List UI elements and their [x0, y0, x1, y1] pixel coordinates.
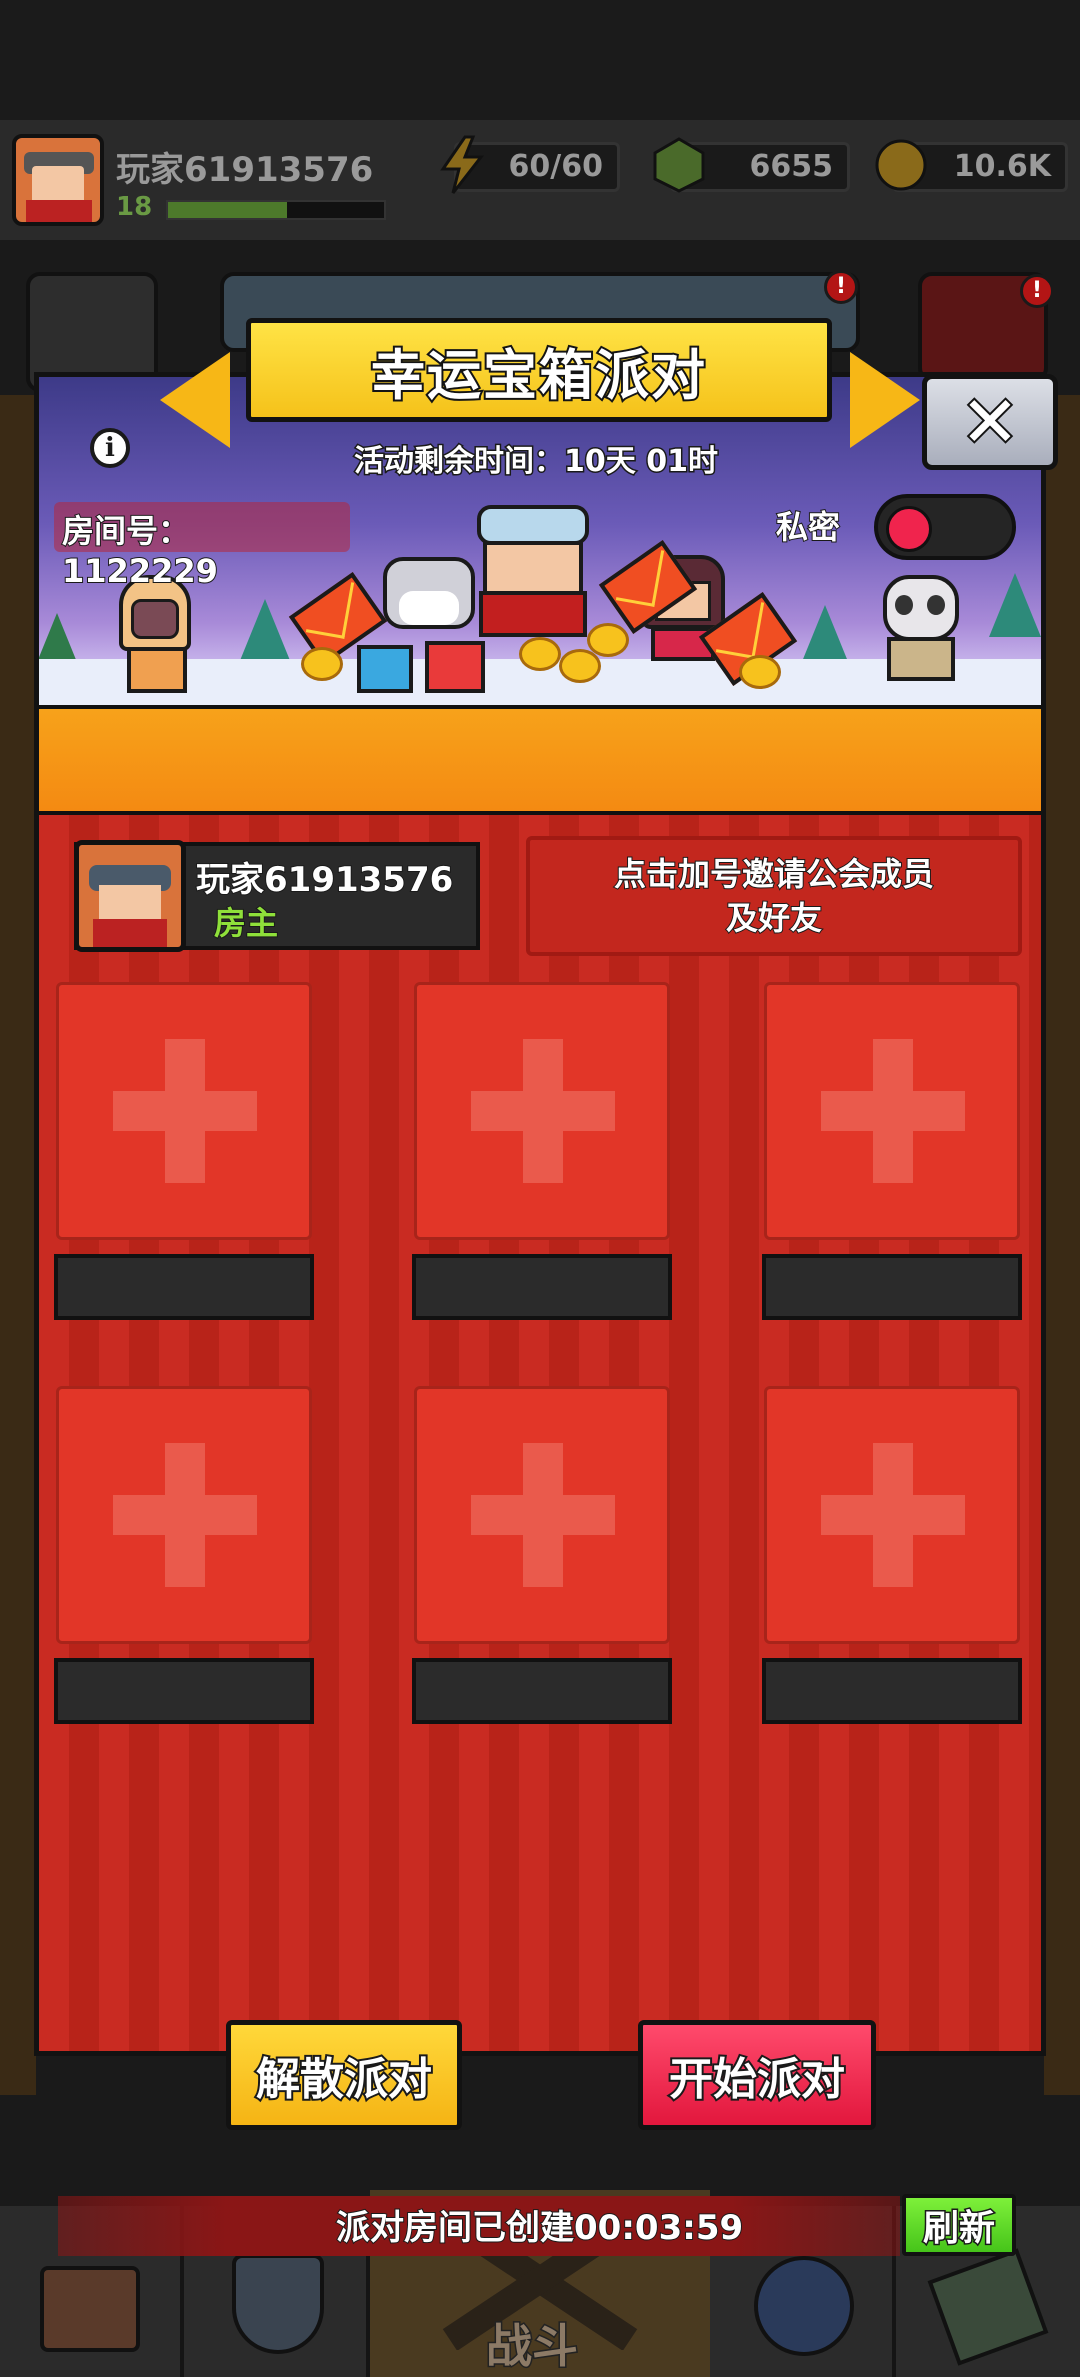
invite-slot-5[interactable]: [414, 1386, 670, 1644]
refresh-button[interactable]: 刷新: [902, 2194, 1016, 2256]
slot-name-6: [762, 1658, 1022, 1724]
status-bar-area: [0, 0, 1080, 120]
gems-counter[interactable]: 6655: [653, 137, 850, 193]
invite-hint-line2: 及好友: [725, 898, 823, 938]
nav-battle-label: 战斗: [485, 2318, 580, 2375]
info-icon[interactable]: i: [90, 428, 130, 468]
notification-badge: !: [1020, 274, 1054, 308]
coin-icon: [875, 139, 927, 191]
room-number: 房间号：1122229: [54, 502, 350, 591]
ribbon-left: [160, 352, 230, 448]
star-orb-icon: [754, 2256, 854, 2356]
invite-slot-2[interactable]: [414, 982, 670, 1240]
notification-badge: !: [824, 270, 858, 304]
invite-slot-6[interactable]: [764, 1386, 1020, 1644]
invite-slot-4[interactable]: [56, 1386, 312, 1644]
player-avatar[interactable]: [12, 134, 104, 226]
plus-icon: [471, 1443, 615, 1587]
gold-coin: [301, 647, 343, 681]
dialog-title: 幸运宝箱派对: [246, 318, 832, 422]
event-timer: 活动剩余时间：10天 01时: [353, 443, 720, 481]
private-label: 私密: [775, 507, 841, 547]
gold-coin: [739, 655, 781, 689]
invite-hint: 点击加号邀请公会成员 及好友: [526, 836, 1022, 956]
banner-stripe: [39, 705, 1041, 815]
close-icon: ✕: [959, 379, 1022, 465]
invite-hint-line1: 点击加号邀请公会成员: [613, 854, 935, 894]
host-name: 玩家61913576: [195, 859, 454, 901]
xp-bar: [166, 200, 386, 220]
invite-slot-3[interactable]: [764, 982, 1020, 1240]
disband-party-button[interactable]: 解散派对: [226, 2020, 462, 2130]
background-right: [1044, 395, 1080, 2095]
energy-counter[interactable]: 60/60: [440, 135, 620, 194]
start-party-button[interactable]: 开始派对: [638, 2020, 876, 2130]
gold-coin: [587, 623, 629, 657]
slot-name-1: [54, 1254, 314, 1320]
gift-box: [357, 645, 413, 693]
gold-counter[interactable]: 10.6K: [875, 139, 1068, 192]
plus-icon: [113, 1443, 257, 1587]
dialog-title-text: 幸运宝箱派对: [369, 342, 707, 409]
slot-name-5: [412, 1658, 672, 1724]
gift-box: [425, 641, 485, 693]
gold-value: 10.6K: [953, 149, 1051, 184]
plus-icon: [113, 1039, 257, 1183]
close-button[interactable]: ✕: [922, 374, 1058, 470]
private-toggle[interactable]: [874, 494, 1016, 560]
slot-name-2: [412, 1254, 672, 1320]
plus-icon: [821, 1039, 965, 1183]
invite-slot-1[interactable]: [56, 982, 312, 1240]
energy-value: 60/60: [508, 149, 603, 184]
slot-name-4: [54, 1658, 314, 1724]
lightning-icon: [440, 135, 485, 194]
background-left: [0, 395, 36, 2095]
gold-coin: [519, 637, 561, 671]
tree-decoration: [989, 573, 1041, 637]
ribbon-right: [850, 352, 920, 448]
map-icon: [927, 2248, 1049, 2366]
hooded-character: [113, 575, 199, 695]
gems-value: 6655: [749, 149, 834, 184]
gem-icon: [653, 137, 705, 193]
tree-decoration: [239, 599, 291, 663]
panda-character: [879, 575, 963, 685]
room-created-timer: 派对房间已创建00:03:59: [335, 2207, 744, 2249]
shield-icon: [232, 2254, 324, 2354]
host-avatar: [74, 840, 186, 952]
host-role-badge: 房主: [213, 903, 279, 943]
toggle-knob: [886, 506, 932, 552]
plus-icon: [471, 1039, 615, 1183]
cat-character: [379, 547, 479, 647]
plus-icon: [821, 1443, 965, 1587]
hero-character: [473, 505, 593, 655]
player-level: 18: [116, 192, 153, 222]
player-name: 玩家61913576: [116, 150, 374, 190]
gold-coin: [559, 649, 601, 683]
shop-icon: [40, 2266, 140, 2352]
slot-name-3: [762, 1254, 1022, 1320]
